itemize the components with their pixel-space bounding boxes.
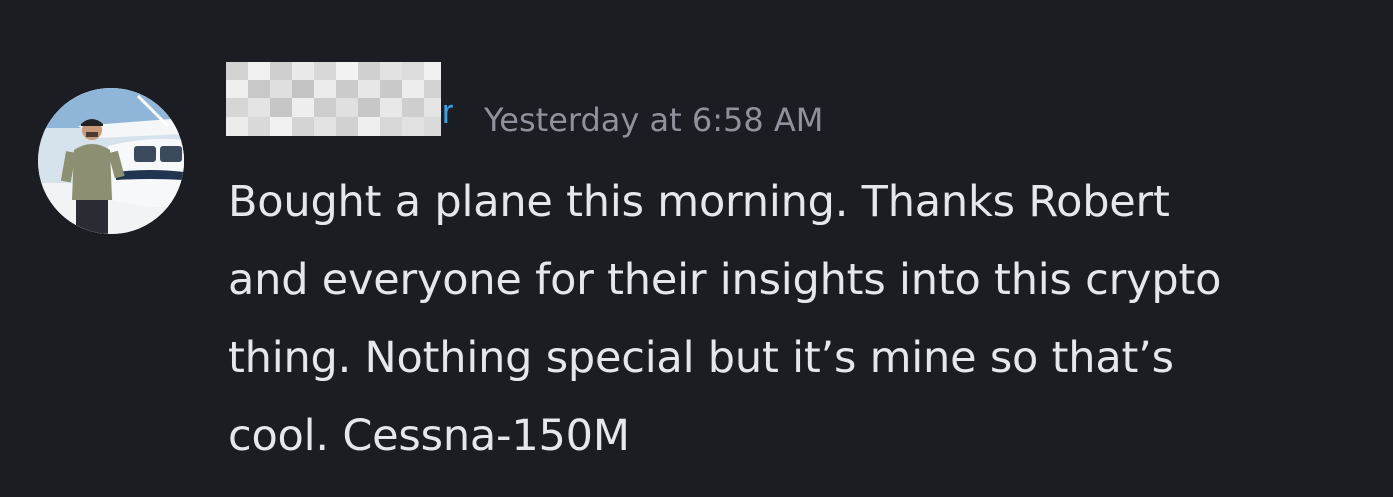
message-line: thing. Nothing special but it’s mine so … <box>228 333 1174 383</box>
username-redacted[interactable] <box>226 62 441 136</box>
chat-message: r Yesterday at 6:58 AM Bought a plane th… <box>0 0 1393 497</box>
message-line: cool. Cessna-150M <box>228 411 630 461</box>
message-line: and everyone for their insights into thi… <box>228 255 1222 305</box>
message-line: Bought a plane this morning. Thanks Robe… <box>228 177 1170 227</box>
user-avatar[interactable] <box>38 88 184 234</box>
username-visible-fragment[interactable]: r <box>442 92 453 132</box>
pixelated-redaction <box>226 62 441 136</box>
avatar-photo <box>38 88 184 234</box>
message-content: Bought a plane this morning. Thanks Robe… <box>228 163 1368 475</box>
message-timestamp[interactable]: Yesterday at 6:58 AM <box>484 98 823 142</box>
